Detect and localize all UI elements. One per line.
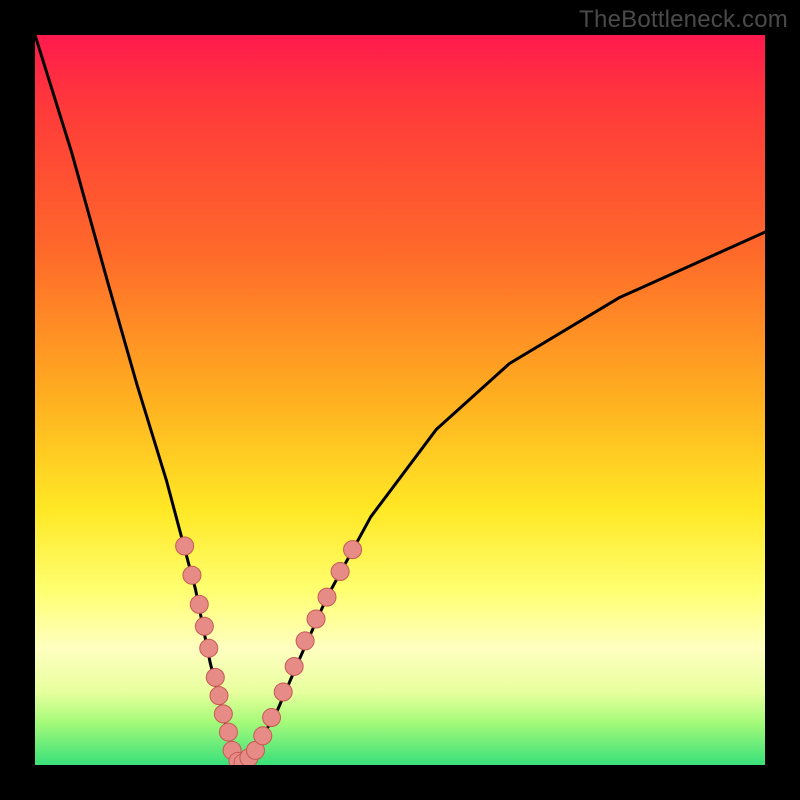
bottleneck-curve (35, 35, 765, 765)
data-point (344, 541, 362, 559)
data-point (331, 563, 349, 581)
chart-root: TheBottleneck.com (0, 0, 800, 800)
data-point (296, 632, 314, 650)
data-point (195, 617, 213, 635)
data-point (214, 705, 232, 723)
data-point (285, 657, 303, 675)
watermark-label: TheBottleneck.com (579, 6, 788, 34)
curve-layer (35, 35, 765, 765)
data-point (318, 588, 336, 606)
data-point (219, 723, 237, 741)
data-point (210, 687, 228, 705)
data-point (206, 668, 224, 686)
data-point (263, 709, 281, 727)
plot-area (35, 35, 765, 765)
data-point (176, 537, 194, 555)
data-point (307, 610, 325, 628)
data-point (183, 566, 201, 584)
data-point (254, 727, 272, 745)
data-point (190, 595, 208, 613)
data-point (274, 683, 292, 701)
data-point (200, 639, 218, 657)
